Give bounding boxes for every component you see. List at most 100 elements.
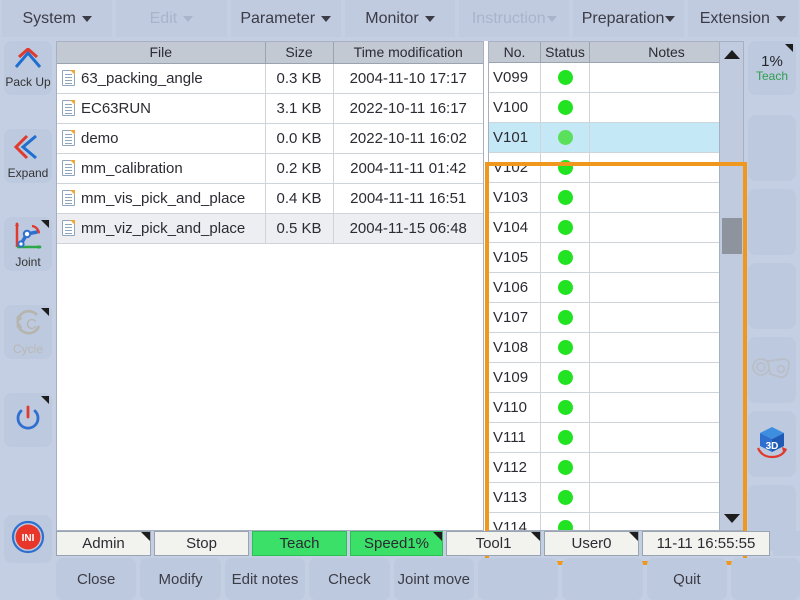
- function-button-empty-6[interactable]: [562, 558, 643, 600]
- right-rail-button-blank[interactable]: [748, 189, 796, 255]
- variable-table-row[interactable]: V101: [489, 123, 743, 153]
- function-button-empty-5[interactable]: [477, 558, 559, 600]
- variable-table-row[interactable]: V109: [489, 363, 743, 393]
- right-rail-button-speed-teach[interactable]: 1% Teach: [748, 41, 796, 95]
- variable-table-row[interactable]: V100: [489, 93, 743, 123]
- file-table-row[interactable]: 63_packing_angle 0.3 KB 2004-11-10 17:17: [57, 63, 483, 94]
- variable-table-row[interactable]: V106: [489, 273, 743, 303]
- rail-button-joint[interactable]: Joint: [4, 217, 52, 271]
- chevron-down-icon: [665, 15, 676, 22]
- menu-item-system[interactable]: System: [2, 0, 113, 37]
- file-column-header[interactable]: Time modification: [333, 42, 483, 64]
- rail-button-ini[interactable]: INI: [4, 515, 52, 563]
- status-item-admin[interactable]: Admin: [56, 531, 151, 556]
- status-item-11-11-16-55-55[interactable]: 11-11 16:55:55: [642, 531, 770, 556]
- status-item-speed1[interactable]: Speed1%: [350, 531, 443, 556]
- variable-table-row[interactable]: V113: [489, 483, 743, 513]
- menu-item-label: System: [22, 9, 76, 27]
- function-button-empty-8[interactable]: [731, 558, 800, 600]
- file-name-cell[interactable]: EC63RUN: [57, 93, 266, 124]
- status-item-tool1[interactable]: Tool1: [446, 531, 541, 556]
- function-button-quit[interactable]: Quit: [646, 558, 728, 600]
- variable-table-row[interactable]: V105: [489, 243, 743, 273]
- menu-item-preparation[interactable]: Preparation: [573, 0, 684, 37]
- file-name-label: EC63RUN: [81, 99, 152, 117]
- scrollbar-thumb[interactable]: [722, 218, 742, 254]
- corner-marker-icon: [531, 532, 540, 541]
- status-ok-dot-icon: [557, 220, 573, 235]
- variable-number-cell: V100: [489, 93, 541, 122]
- scroll-up-arrow-icon[interactable]: [720, 42, 743, 66]
- document-icon: [62, 130, 75, 146]
- variable-status-cell: [541, 273, 590, 302]
- file-size-cell: 0.0 KB: [265, 123, 334, 154]
- function-button-edit-notes[interactable]: Edit notes: [224, 558, 306, 600]
- status-ok-dot-icon: [557, 370, 573, 385]
- variable-number-cell: V107: [489, 303, 541, 332]
- variable-status-cell: [541, 243, 590, 272]
- variable-table-row[interactable]: V111: [489, 423, 743, 453]
- status-bar-filler: [773, 531, 800, 556]
- variable-number-cell: V105: [489, 243, 541, 272]
- variable-table-row[interactable]: V102: [489, 153, 743, 183]
- right-rail-button-blank[interactable]: [748, 263, 796, 329]
- scroll-down-arrow-icon[interactable]: [720, 506, 743, 530]
- right-rail-button-teach-pendant-hand[interactable]: [748, 337, 796, 403]
- teach-pendant-screen: System Edit Parameter Monitor Instruction Pre…: [0, 0, 800, 600]
- file-name-cell[interactable]: mm_calibration: [57, 153, 266, 184]
- function-button-modify[interactable]: Modify: [140, 558, 221, 600]
- rail-button-label: Expand: [7, 166, 49, 180]
- status-item-stop[interactable]: Stop: [154, 531, 249, 556]
- file-name-cell[interactable]: demo: [57, 123, 266, 154]
- status-ok-dot-icon: [557, 70, 573, 85]
- variable-number-cell: V108: [489, 333, 541, 362]
- right-rail-button-3d-cube-rotate[interactable]: 3D: [748, 411, 796, 477]
- file-size-cell: 0.3 KB: [265, 63, 334, 94]
- variable-status-cell: [541, 63, 590, 92]
- function-button-check[interactable]: Check: [309, 558, 390, 600]
- variable-number-cell: V110: [489, 393, 541, 422]
- function-button-joint-move[interactable]: Joint move: [393, 558, 474, 600]
- variable-table-row[interactable]: V112: [489, 453, 743, 483]
- file-name-cell[interactable]: 63_packing_angle: [57, 63, 266, 94]
- status-item-user0[interactable]: User0: [544, 531, 639, 556]
- file-table-row[interactable]: mm_vis_pick_and_place 0.4 KB 2004-11-11 16…: [57, 183, 483, 214]
- rail-button-power[interactable]: [4, 393, 52, 447]
- variable-scrollbar[interactable]: [719, 42, 743, 530]
- variable-table-row[interactable]: V103: [489, 183, 743, 213]
- right-rail-button-blank[interactable]: [748, 115, 796, 181]
- status-ok-dot-icon: [557, 280, 573, 295]
- function-button-label: Close: [77, 570, 116, 588]
- menu-item-label: Edit: [149, 9, 178, 27]
- variable-column-header[interactable]: No.: [489, 42, 541, 62]
- variable-column-header[interactable]: Status: [541, 42, 590, 62]
- variable-status-cell: [541, 303, 590, 332]
- file-name-cell[interactable]: mm_viz_pick_and_place: [57, 213, 266, 244]
- file-table-row[interactable]: mm_viz_pick_and_place 0.5 KB 2004-11-15 06…: [57, 213, 483, 244]
- file-table-row[interactable]: EC63RUN 3.1 KB 2022-10-11 16:17: [57, 93, 483, 124]
- file-table-body: 63_packing_angle 0.3 KB 2004-11-10 17:17 EC…: [57, 63, 483, 244]
- function-button-close[interactable]: Close: [56, 558, 137, 600]
- menu-item-monitor[interactable]: Monitor: [344, 0, 456, 37]
- file-column-header[interactable]: Size: [265, 42, 334, 64]
- variable-number-cell: V101: [489, 123, 541, 152]
- file-table-row[interactable]: mm_calibration 0.2 KB 2004-11-11 01:42: [57, 153, 483, 184]
- svg-text:INI: INI: [22, 533, 35, 544]
- variable-table-row[interactable]: V108: [489, 333, 743, 363]
- file-table-row[interactable]: demo 0.0 KB 2022-10-11 16:02: [57, 123, 483, 154]
- variable-table-row[interactable]: V114: [489, 513, 743, 530]
- variable-table-row[interactable]: V104: [489, 213, 743, 243]
- menu-item-label: Preparation: [581, 9, 665, 27]
- menu-item-extension[interactable]: Extension: [687, 0, 798, 37]
- svg-text:C: C: [26, 316, 37, 333]
- variable-status-cell: [541, 423, 590, 452]
- file-column-header[interactable]: File: [57, 42, 266, 64]
- rail-button-pack-up[interactable]: Pack Up: [4, 41, 52, 95]
- status-item-teach[interactable]: Teach: [252, 531, 347, 556]
- variable-table-row[interactable]: V110: [489, 393, 743, 423]
- file-name-cell[interactable]: mm_vis_pick_and_place: [57, 183, 266, 214]
- variable-table-row[interactable]: V107: [489, 303, 743, 333]
- menu-item-parameter[interactable]: Parameter: [230, 0, 341, 37]
- rail-button-expand[interactable]: Expand: [4, 129, 52, 183]
- variable-table-row[interactable]: V099: [489, 63, 743, 93]
